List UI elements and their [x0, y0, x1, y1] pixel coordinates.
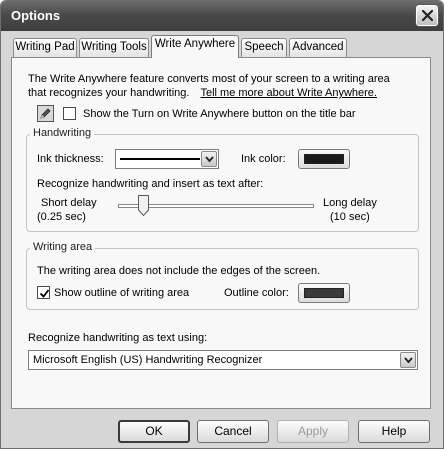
close-icon	[422, 10, 433, 21]
title-bar: Options	[1, 1, 443, 31]
tab-advanced[interactable]: Advanced	[289, 38, 347, 57]
ok-button[interactable]: OK	[118, 420, 190, 443]
long-delay-value: (10 sec)	[330, 211, 370, 223]
tab-speech[interactable]: Speech	[241, 38, 287, 57]
writing-area-group	[26, 248, 419, 310]
cancel-button[interactable]: Cancel	[197, 420, 269, 443]
ink-color-label: Ink color:	[241, 153, 286, 165]
apply-button[interactable]: Apply	[277, 420, 349, 443]
writing-area-group-label: Writing area	[30, 241, 96, 253]
outline-color-label: Outline color:	[224, 287, 289, 299]
chevron-down-icon	[404, 357, 413, 364]
help-button[interactable]: Help	[358, 420, 430, 443]
close-button[interactable]	[416, 5, 438, 26]
recognizer-dropdown-arrow[interactable]	[400, 352, 416, 368]
intro-line-2-text: that recognizes your handwriting.	[28, 87, 190, 99]
long-delay-label: Long delay	[323, 197, 377, 209]
pen-icon	[37, 105, 54, 122]
checkmark-icon	[39, 289, 50, 298]
options-dialog: Options Writing Pad Writing Tools Write …	[0, 0, 444, 449]
ink-thickness-dropdown-arrow[interactable]	[201, 151, 217, 167]
title-bar-button-label: Show the Turn on Write Anywhere button o…	[83, 108, 356, 120]
tab-writing-tools[interactable]: Writing Tools	[79, 38, 149, 57]
recognize-delay-label: Recognize handwriting and insert as text…	[37, 178, 264, 190]
ink-thickness-select[interactable]	[115, 149, 219, 169]
tell-me-more-link[interactable]: Tell me more about Write Anywhere.	[201, 87, 377, 99]
intro-line-2: that recognizes your handwriting. Tell m…	[28, 87, 377, 99]
intro-line-1: The Write Anywhere feature converts most…	[28, 73, 390, 85]
ink-thickness-label: Ink thickness:	[37, 153, 104, 165]
window-title: Options	[11, 8, 61, 23]
show-outline-checkbox[interactable]	[37, 286, 50, 299]
tab-panel: The Write Anywhere feature converts most…	[11, 57, 431, 409]
short-delay-value: (0.25 sec)	[37, 211, 86, 223]
handwriting-group-label: Handwriting	[30, 127, 95, 139]
delay-slider-thumb[interactable]	[137, 195, 149, 217]
ink-color-button[interactable]	[298, 149, 350, 169]
recognizer-select[interactable]: Microsoft English (US) Handwriting Recog…	[28, 350, 418, 370]
recognizer-label: Recognize handwriting as text using:	[28, 332, 208, 344]
outline-color-swatch	[304, 288, 344, 298]
ink-thickness-sample	[120, 158, 200, 160]
ink-color-swatch	[304, 154, 344, 164]
recognizer-selected-value: Microsoft English (US) Handwriting Recog…	[33, 354, 263, 366]
outline-color-button[interactable]	[298, 283, 350, 303]
short-delay-label: Short delay	[41, 197, 97, 209]
title-bar-button-checkbox[interactable]	[63, 107, 76, 120]
show-outline-label: Show outline of writing area	[54, 287, 190, 299]
tab-writing-pad[interactable]: Writing Pad	[13, 38, 77, 57]
writing-area-note: The writing area does not include the ed…	[37, 265, 321, 277]
chevron-down-icon	[205, 156, 214, 163]
tab-write-anywhere[interactable]: Write Anywhere	[151, 35, 239, 58]
